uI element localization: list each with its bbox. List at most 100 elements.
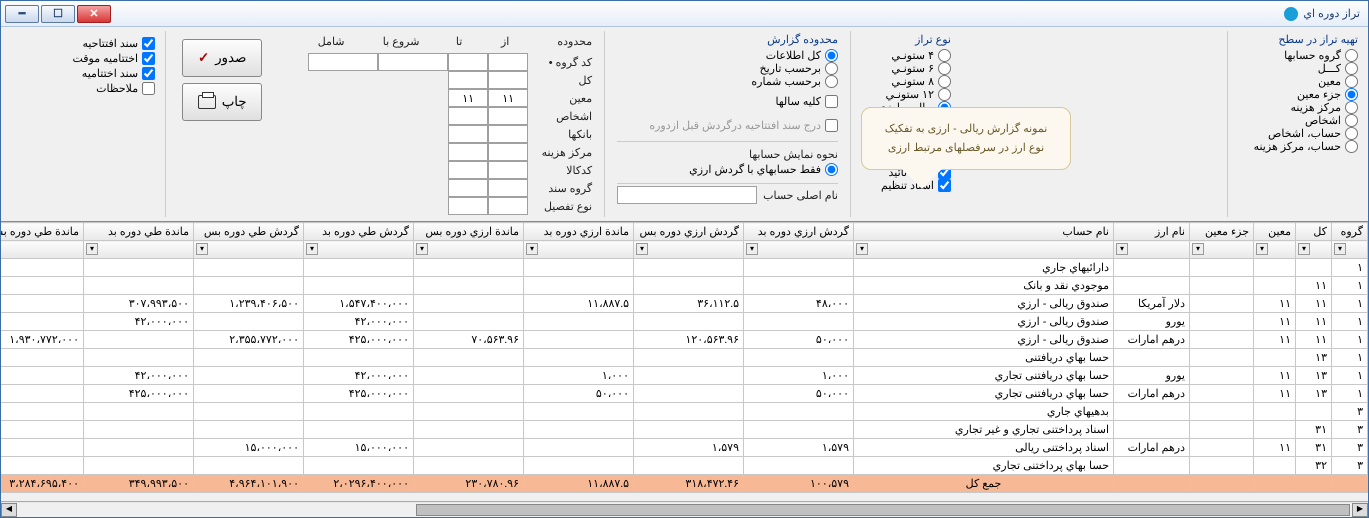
type-option[interactable]: ۴ ستونـي	[863, 49, 951, 62]
col-filter[interactable]: ▾	[1296, 241, 1332, 259]
col-filter[interactable]: ▾	[304, 241, 414, 259]
close-button[interactable]: ✕	[77, 5, 111, 23]
level-option[interactable]: کـــل	[1240, 62, 1358, 75]
level-option[interactable]: حساب، مرکز هزینه	[1240, 140, 1358, 153]
col-filter[interactable]: ▾	[1190, 241, 1254, 259]
col-header[interactable]: گروه	[1332, 223, 1368, 241]
scroll-thumb[interactable]	[416, 504, 1351, 516]
col-filter[interactable]: ▾	[1332, 241, 1368, 259]
minimize-button[interactable]: ━	[5, 5, 39, 23]
criteria-to[interactable]	[448, 143, 488, 161]
filter-drop-icon[interactable]: ▾	[856, 243, 868, 255]
type-option[interactable]: ۸ ستونـي	[863, 75, 951, 88]
left-check[interactable]: سند افتتاحیه	[72, 37, 155, 50]
level-option[interactable]: مرکز هزینه	[1240, 101, 1358, 114]
col-header[interactable]: نام ارز	[1114, 223, 1190, 241]
criteria-to[interactable]	[448, 107, 488, 125]
criteria-from[interactable]	[488, 179, 528, 197]
col-filter[interactable]: ▾	[414, 241, 524, 259]
table-row[interactable]: ۳بدهیهاي جاري	[1, 403, 1368, 421]
col-filter[interactable]: ▾	[854, 241, 1114, 259]
filter-drop-icon[interactable]: ▾	[86, 243, 98, 255]
col-header[interactable]: ماندة ارزي دوره بد	[524, 223, 634, 241]
acct-name-input[interactable]	[617, 186, 757, 204]
filter-drop-icon[interactable]: ▾	[1256, 243, 1268, 255]
criteria-from[interactable]	[488, 53, 528, 71]
criteria-to[interactable]	[448, 179, 488, 197]
filter-drop-icon[interactable]: ▾	[1298, 243, 1310, 255]
table-row[interactable]: ۱دارائیهاي جاري	[1, 259, 1368, 277]
maximize-button[interactable]: ☐	[41, 5, 75, 23]
level-option[interactable]: حساب، اشخاص	[1240, 127, 1358, 140]
table-row[interactable]: ۱۱۳۱۱درهم اماراتحسا بهاي دریافتنی تجاري۵…	[1, 385, 1368, 403]
table-row[interactable]: ۳۳۲حسا بهاي پرداختنی تجاري	[1, 457, 1368, 475]
filter-drop-icon[interactable]: ▾	[746, 243, 758, 255]
table-row[interactable]: ۱۱۳۱۱یوروحسا بهاي دریافتنی تجاري۱،۰۰۰۱،۰…	[1, 367, 1368, 385]
criteria-incl[interactable]	[308, 53, 378, 71]
opening-doc-check[interactable]: درج سند افتتاحیه درگردش قبل ازدوره	[617, 119, 838, 132]
col-filter[interactable]: ▾	[194, 241, 304, 259]
col-filter[interactable]: ▾	[524, 241, 634, 259]
col-header[interactable]: جزء معین	[1190, 223, 1254, 241]
filter-drop-icon[interactable]: ▾	[196, 243, 208, 255]
table-row[interactable]: ۱۱۱موجودي نقد و بانک	[1, 277, 1368, 295]
col-filter[interactable]: ▾	[84, 241, 194, 259]
level-option[interactable]: جزء معین	[1240, 88, 1358, 101]
level-option[interactable]: گروه حسابها	[1240, 49, 1358, 62]
col-header[interactable]: گردش ارزي دوره بد	[744, 223, 854, 241]
table-row[interactable]: ۱۱۱۱۱یوروصندوق ریالی - ارزي۴۲،۰۰۰،۰۰۰۴۲،…	[1, 313, 1368, 331]
left-check[interactable]: ملاحظات	[72, 82, 155, 95]
col-header[interactable]: نام حساب	[854, 223, 1114, 241]
table-row[interactable]: ۱۱۱۱۱درهم اماراتصندوق ریالی - ارزي۵۰،۰۰۰…	[1, 331, 1368, 349]
type-option[interactable]: ۶ ستونـي	[863, 62, 951, 75]
result-table-wrap[interactable]: گروهکلمعینجزء معیننام ارزنام حسابگردش ار…	[1, 221, 1368, 501]
col-filter[interactable]: ▾	[1254, 241, 1296, 259]
print-button[interactable]: چاپ	[182, 83, 262, 121]
type-option[interactable]: ۱۲ ستونـي	[863, 88, 951, 101]
col-header[interactable]: ماندة طي دوره بس	[1, 223, 84, 241]
criteria-to[interactable]	[448, 53, 488, 71]
criteria-start[interactable]	[378, 53, 448, 71]
col-header[interactable]: ماندة طي دوره بد	[84, 223, 194, 241]
criteria-to[interactable]	[448, 71, 488, 89]
range-option[interactable]: کل اطلاعات	[617, 49, 838, 62]
col-header[interactable]: معین	[1254, 223, 1296, 241]
filter-drop-icon[interactable]: ▾	[636, 243, 648, 255]
criteria-from[interactable]	[488, 161, 528, 179]
left-check[interactable]: اختتامیه موقت	[72, 52, 155, 65]
col-header[interactable]: کل	[1296, 223, 1332, 241]
criteria-from[interactable]	[488, 143, 528, 161]
criteria-from[interactable]	[488, 89, 528, 107]
col-filter[interactable]: ▾	[1114, 241, 1190, 259]
criteria-from[interactable]	[488, 125, 528, 143]
table-row[interactable]: ۱۱۱۱۱دلار آمریکاصندوق ریالی - ارزي۴۸،۰۰۰…	[1, 295, 1368, 313]
issue-button[interactable]: صدور ✓	[182, 39, 262, 77]
filter-drop-icon[interactable]: ▾	[1334, 243, 1346, 255]
criteria-to[interactable]	[448, 197, 488, 215]
table-row[interactable]: ۳۳۱۱۱درهم اماراتاسناد پرداختنی ریالی۱،۵۷…	[1, 439, 1368, 457]
display-mode-option[interactable]: فقط حسابهاي با گردش ارزي	[617, 163, 838, 176]
col-filter[interactable]: ▾	[744, 241, 854, 259]
filter-drop-icon[interactable]: ▾	[306, 243, 318, 255]
filter-drop-icon[interactable]: ▾	[1192, 243, 1204, 255]
scroll-left-btn[interactable]: ◀	[1, 503, 17, 517]
col-header[interactable]: ماندة ارزي دوره بس	[414, 223, 524, 241]
table-row[interactable]: ۱۱۳حسا بهاي دریافتنی	[1, 349, 1368, 367]
range-option[interactable]: برحسب تاریخ	[617, 62, 838, 75]
criteria-from[interactable]	[488, 107, 528, 125]
col-header[interactable]: گردش ارزي دوره بس	[634, 223, 744, 241]
h-scrollbar[interactable]: ▶ ◀	[1, 501, 1368, 517]
range-option[interactable]: برحسب شماره	[617, 75, 838, 88]
col-header[interactable]: گردش طي دوره بس	[194, 223, 304, 241]
filter-drop-icon[interactable]: ▾	[526, 243, 538, 255]
left-check[interactable]: سند اختتامیه	[72, 67, 155, 80]
level-option[interactable]: اشخاص	[1240, 114, 1358, 127]
all-years-check[interactable]: کلیه سالها	[776, 95, 839, 108]
criteria-from[interactable]	[488, 197, 528, 215]
criteria-to[interactable]	[448, 125, 488, 143]
filter-drop-icon[interactable]: ▾	[416, 243, 428, 255]
col-header[interactable]: گردش طي دوره بد	[304, 223, 414, 241]
scroll-right-btn[interactable]: ▶	[1352, 503, 1368, 517]
criteria-to[interactable]	[448, 89, 488, 107]
col-filter[interactable]: ▾	[634, 241, 744, 259]
